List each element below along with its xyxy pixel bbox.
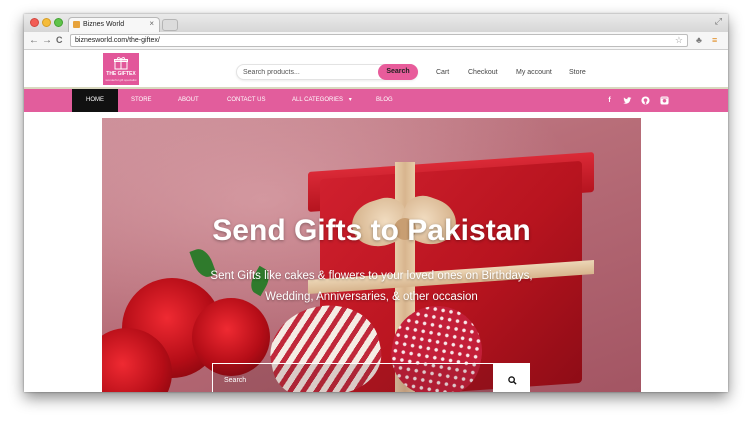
close-window-button[interactable] (30, 18, 39, 27)
my-account-link[interactable]: My account (516, 69, 552, 76)
gift-icon (114, 57, 128, 70)
chevron-down-icon: ▾ (348, 97, 352, 103)
nav-store[interactable]: STORE (131, 89, 152, 112)
title-bar: Biznes World × ⤢ (24, 14, 728, 32)
browser-toolbar: ← → C biznesworld.com/the-giftex/ ☆ ♣ ≡ (24, 32, 728, 50)
nav-contact-us[interactable]: CONTACT US (227, 89, 265, 112)
nav-all-categories[interactable]: ALL CATEGORIES ▾ (292, 89, 352, 112)
fullscreen-icon[interactable]: ⤢ (715, 16, 722, 27)
nav-all-categories-label: ALL CATEGORIES (292, 97, 344, 103)
logo-name: THE GIFTEX (106, 71, 136, 77)
browser-window: Biznes World × ⤢ ← → C biznesworld.com/t… (24, 14, 728, 392)
nav-about[interactable]: ABOUT (178, 89, 199, 112)
cart-link[interactable]: Cart (436, 69, 449, 76)
back-arrow-icon[interactable]: ← (29, 34, 39, 47)
search-icon (507, 375, 517, 385)
website: THE GIFTEX wonderful gift specialist Sea… (24, 51, 728, 392)
address-bar[interactable]: biznesworld.com/the-giftex/ ☆ (70, 34, 688, 47)
forward-arrow-icon[interactable]: → (42, 34, 52, 47)
hero-subtitle: Sent Gifts like cakes & flowers to your … (210, 270, 533, 303)
bookmark-star-icon[interactable]: ☆ (675, 35, 683, 46)
product-search: Search (236, 64, 418, 80)
twitter-icon[interactable] (623, 96, 632, 105)
nav-blog[interactable]: BLOG (376, 89, 393, 112)
tab-close-icon[interactable]: × (149, 19, 154, 28)
nav-home[interactable]: HOME (72, 89, 118, 112)
url-text: biznesworld.com/the-giftex/ (75, 37, 160, 44)
menu-icon[interactable]: ≡ (712, 35, 717, 45)
site-logo[interactable]: THE GIFTEX wonderful gift specialist (103, 53, 139, 85)
tab-title: Biznes World (83, 21, 125, 28)
github-icon[interactable] (641, 96, 650, 105)
extension-icon[interactable]: ♣ (696, 35, 702, 45)
reload-icon[interactable]: C (56, 34, 63, 47)
hero-title: Send Gifts to Pakistan (212, 214, 531, 247)
favicon-icon (73, 21, 80, 28)
logo-tagline: wonderful gift specialist (105, 78, 137, 82)
hero-search-input[interactable]: Search (212, 363, 494, 392)
checkout-link[interactable]: Checkout (468, 69, 498, 76)
hero-banner: Send Gifts to Pakistan Sent Gifts like c… (102, 118, 641, 392)
hero-search-button[interactable] (494, 363, 530, 392)
product-search-input[interactable] (243, 67, 373, 78)
minimize-window-button[interactable] (42, 18, 51, 27)
browser-tab[interactable]: Biznes World × (68, 17, 160, 32)
instagram-icon[interactable] (660, 96, 669, 105)
hero-search: Search (212, 363, 530, 392)
store-link[interactable]: Store (569, 69, 586, 76)
new-tab-button[interactable] (162, 19, 178, 31)
main-nav: HOME STORE ABOUT CONTACT US ALL CATEGORI… (24, 89, 728, 112)
search-button[interactable]: Search (378, 64, 418, 80)
facebook-icon[interactable]: f (605, 96, 614, 105)
zoom-window-button[interactable] (54, 18, 63, 27)
